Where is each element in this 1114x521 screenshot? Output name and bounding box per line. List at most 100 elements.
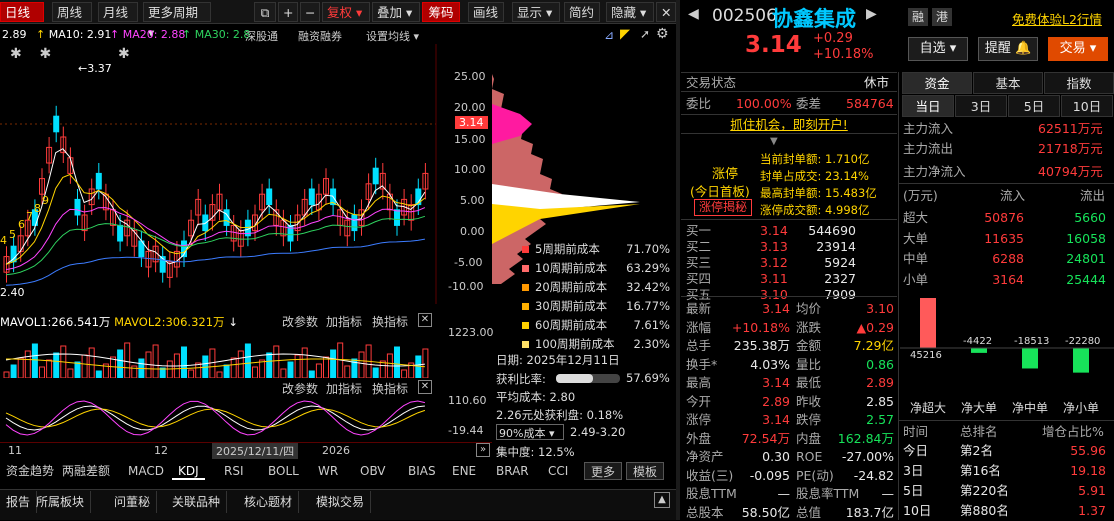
- indicator-tab[interactable]: 更多: [584, 462, 623, 480]
- simple-button[interactable]: 简约: [564, 2, 600, 22]
- vol-swap-indicator[interactable]: 换指标: [372, 313, 408, 330]
- zoom-in-button[interactable]: +: [278, 2, 298, 22]
- zoom-out-button[interactable]: −: [300, 2, 320, 22]
- period-tab[interactable]: 3日: [955, 95, 1007, 117]
- concentration: 集中度: 12.5%: [496, 445, 575, 459]
- remind-button[interactable]: 提醒 🔔: [978, 37, 1038, 61]
- rank-pct: 1.37: [1078, 503, 1106, 518]
- more-period-dropdown[interactable]: 更多周期 ▾: [143, 2, 211, 40]
- indicator-tab[interactable]: 模板: [626, 462, 665, 480]
- volume-bar: [344, 365, 351, 378]
- close-icon[interactable]: ✕: [656, 2, 676, 22]
- chip-button[interactable]: 筹码: [422, 2, 460, 22]
- fund-tab[interactable]: 资金: [902, 72, 972, 94]
- flag-icon[interactable]: ◤: [620, 27, 630, 42]
- tab-monthly[interactable]: 月线: [98, 2, 138, 22]
- limit-up-reveal-button[interactable]: 涨停揭秘: [694, 199, 752, 216]
- bottom-tab[interactable]: 问董秘: [108, 491, 158, 513]
- indicator-tab[interactable]: 两融差额: [56, 462, 116, 480]
- chip-date: 日期: 2025年12月11日: [496, 353, 620, 367]
- indicator-tab[interactable]: OBV: [354, 462, 392, 480]
- profit-ratio-value: 57.69%: [626, 371, 670, 385]
- indicator-tab[interactable]: RSI: [218, 462, 250, 480]
- bid-price[interactable]: 3.13: [760, 238, 788, 255]
- bid-label: 买三: [686, 255, 712, 270]
- vol-change-param[interactable]: 改参数: [282, 313, 318, 330]
- ma30-value: MA30: 2.8: [194, 28, 251, 41]
- bid-price[interactable]: 3.11: [760, 270, 788, 287]
- kdj-change-param[interactable]: 改参数: [282, 380, 318, 397]
- trade-status-value: 休市: [864, 75, 890, 90]
- vol-add-indicator[interactable]: 加指标: [326, 313, 362, 330]
- quote-value: -24.82: [853, 467, 894, 483]
- window-icon[interactable]: ⧉: [254, 2, 276, 22]
- expand-icon[interactable]: ▲: [654, 492, 670, 508]
- cost-select[interactable]: 90%成本 ▾: [496, 424, 564, 440]
- bottom-tab[interactable]: 核心题材: [238, 491, 300, 513]
- bid-price[interactable]: 3.14: [760, 222, 788, 239]
- kdj-add-indicator[interactable]: 加指标: [326, 380, 362, 397]
- indicator-tab[interactable]: MACD: [122, 462, 170, 480]
- period-tab[interactable]: 5日: [1008, 95, 1060, 117]
- indicator-tab[interactable]: ENE: [446, 462, 482, 480]
- indicator-tab[interactable]: CCI: [542, 462, 574, 480]
- chip-row-pct: 63.29%: [626, 261, 670, 275]
- period-toolbar: 日线 周线 月线 更多周期 ▾ ⧉ + − 复权 ▾ 叠加 ▾ 筹码 画线 显示…: [0, 0, 676, 40]
- open-account-link[interactable]: 抓住机会，即刻开户!: [681, 114, 897, 134]
- quote-label: 今开: [686, 393, 712, 409]
- tab-weekly[interactable]: 周线: [52, 2, 92, 22]
- rights-dropdown[interactable]: 复权 ▾: [322, 2, 370, 22]
- next-stock-icon[interactable]: ▶: [866, 6, 877, 22]
- volume-bar: [266, 352, 273, 378]
- panel-splitter[interactable]: [676, 0, 680, 520]
- fund-hdr-unit: (万元): [903, 188, 938, 203]
- prev-stock-icon[interactable]: ◀: [688, 6, 699, 22]
- bid-price[interactable]: 3.12: [760, 254, 788, 271]
- period-tab[interactable]: 当日: [902, 95, 954, 117]
- scroll-right-icon[interactable]: »: [476, 443, 490, 457]
- quote-value: 0.30: [762, 449, 790, 464]
- quote-label: 昨收: [796, 393, 822, 409]
- bottom-tab[interactable]: 所属板块: [30, 491, 92, 513]
- arrow-icon[interactable]: ➚: [640, 27, 650, 41]
- indicator-tab[interactable]: BRAR: [490, 462, 535, 480]
- indicator-tab[interactable]: BOLL: [262, 462, 305, 480]
- close-icon[interactable]: ✕: [418, 313, 432, 327]
- chip-swatch: [522, 284, 529, 291]
- net-flow-bar: [1022, 348, 1038, 369]
- add-watchlist-dropdown[interactable]: 自选 ▾: [908, 37, 968, 61]
- close-icon[interactable]: ✕: [418, 380, 432, 394]
- bottom-tab[interactable]: 模拟交易: [310, 491, 372, 513]
- fund-tab[interactable]: 指数: [1044, 72, 1114, 94]
- fund-row-in: 50876: [984, 210, 1024, 225]
- quote-label: ROE: [796, 449, 823, 464]
- volume-bar: [166, 360, 173, 378]
- display-dropdown[interactable]: 显示 ▾: [512, 2, 560, 22]
- draw-button[interactable]: 画线: [468, 2, 504, 22]
- hide-dropdown[interactable]: 隐藏 ▾: [606, 2, 654, 22]
- draw-tool-icon[interactable]: ⊿: [604, 28, 614, 42]
- tab-daily[interactable]: 日线: [0, 2, 44, 22]
- l2-trial-link[interactable]: 免费体验L2行情: [1012, 9, 1102, 28]
- bottom-tab[interactable]: 关联品种: [166, 491, 228, 513]
- indicator-tab[interactable]: BIAS: [402, 462, 442, 480]
- volume-bar: [17, 357, 24, 378]
- period-tab[interactable]: 10日: [1061, 95, 1113, 117]
- chip-row-name: 100周期前成本: [535, 337, 615, 351]
- fund-row-out: 24801: [1066, 251, 1106, 266]
- profit-ratio-label: 获利比率:: [496, 372, 546, 386]
- chip-swatch: [522, 265, 529, 272]
- chip-legend-row: 10周期前成本 63.29%: [522, 259, 674, 278]
- fund-row-in: 11635: [984, 230, 1024, 246]
- indicator-tab[interactable]: 资金趋势: [0, 462, 60, 480]
- fund-tab[interactable]: 基本: [973, 72, 1043, 94]
- indicator-tab[interactable]: KDJ: [172, 462, 205, 480]
- overlay-dropdown[interactable]: 叠加 ▾: [372, 2, 420, 22]
- candle: [95, 172, 102, 190]
- gear-icon[interactable]: ⚙: [656, 26, 669, 42]
- divider: [899, 183, 1114, 184]
- volume-bar: [181, 346, 187, 378]
- kdj-swap-indicator[interactable]: 换指标: [372, 380, 408, 397]
- trade-button[interactable]: 交易 ▾: [1048, 37, 1108, 61]
- indicator-tab[interactable]: WR: [312, 462, 344, 480]
